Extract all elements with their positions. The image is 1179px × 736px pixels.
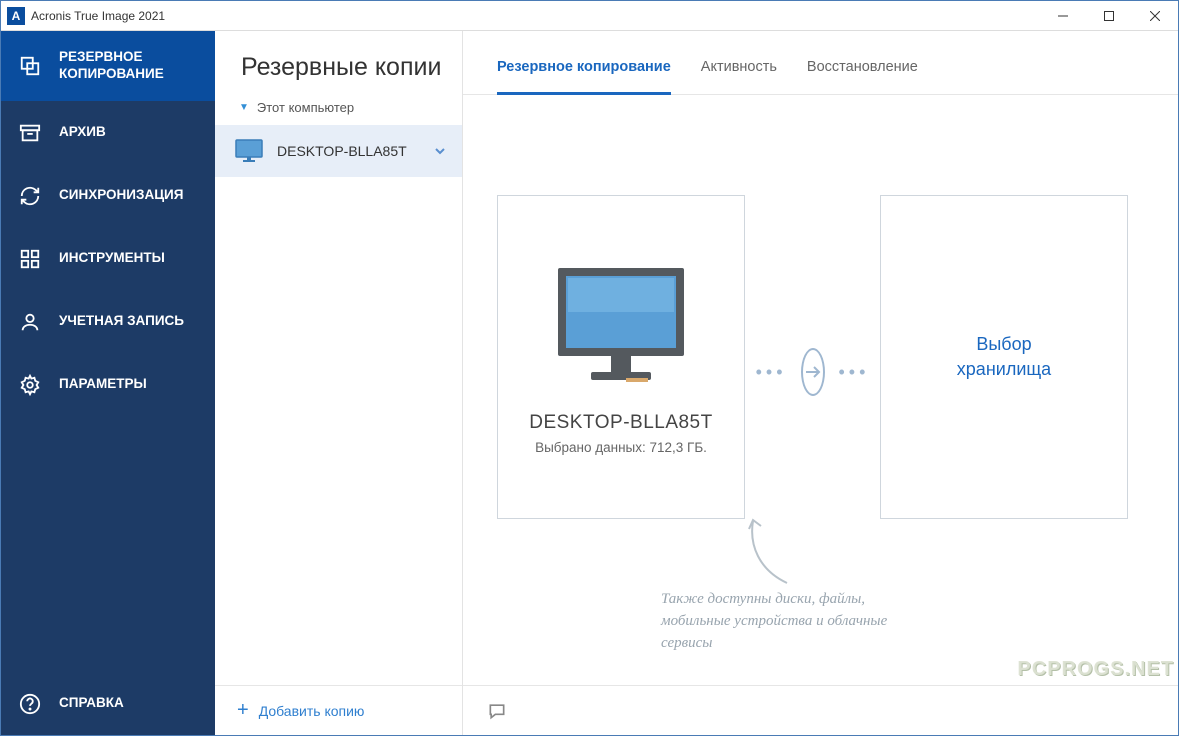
sidebar-item-settings[interactable]: ПАРАМЕТРЫ [1,353,215,416]
backup-list-item[interactable]: DESKTOP-BLLA85T [215,125,462,177]
window-title: Acronis True Image 2021 [31,9,165,23]
sidebar: РЕЗЕРВНОЕ КОПИРОВАНИЕ АРХИВ СИНХРОНИЗАЦИ… [1,31,215,735]
plus-icon: + [237,699,249,722]
tools-icon [19,248,41,270]
maximize-button[interactable] [1086,1,1132,31]
sidebar-label-backup: РЕЗЕРВНОЕ КОПИРОВАНИЕ [59,49,197,83]
backup-icon [19,55,41,77]
chevron-down-icon: ▼ [239,102,249,113]
backup-group-header[interactable]: ▼ Этот компьютер [215,96,462,125]
computer-icon [546,260,696,390]
hint-text: Также доступны диски, файлы, мобильные у… [661,589,887,654]
comment-icon[interactable] [487,701,507,721]
flow-indicator: ••• ••• [765,345,860,399]
backup-canvas: DESKTOP-BLLA85T Выбрано данных: 712,3 ГБ… [463,95,1178,685]
sidebar-label-archive: АРХИВ [59,124,106,141]
monitor-icon [235,139,263,163]
tab-backup[interactable]: Резервное копирование [497,59,671,94]
destination-label: Выбор хранилища [957,332,1051,382]
sidebar-label-account: УЧЕТНАЯ ЗАПИСЬ [59,313,184,330]
dots-left-icon: ••• [756,362,787,383]
chevron-down-icon [434,145,446,157]
tab-restore[interactable]: Восстановление [807,59,918,94]
sidebar-item-account[interactable]: УЧЕТНАЯ ЗАПИСЬ [1,290,215,353]
watermark: PCPROGS.NET [1017,658,1174,681]
sync-icon [19,185,41,207]
arrow-right-icon [803,362,823,382]
help-icon [19,693,41,715]
minimize-button[interactable] [1040,1,1086,31]
arrow-circle-icon [801,348,825,396]
sidebar-item-tools[interactable]: ИНСТРУМЕНТЫ [1,227,215,290]
close-icon [1150,11,1160,21]
sidebar-label-help: СПРАВКА [59,695,124,712]
dots-right-icon: ••• [839,362,870,383]
backup-group-label: Этот компьютер [257,100,354,115]
app-icon: A [7,7,25,25]
hint-arrow-icon [739,515,819,595]
source-subtitle: Выбрано данных: 712,3 ГБ. [535,440,707,455]
sidebar-label-sync: СИНХРОНИЗАЦИЯ [59,187,183,204]
backup-source-card[interactable]: DESKTOP-BLLA85T Выбрано данных: 712,3 ГБ… [497,195,745,519]
add-backup-button[interactable]: + Добавить копию [215,685,462,735]
sidebar-item-backup[interactable]: РЕЗЕРВНОЕ КОПИРОВАНИЕ [1,31,215,101]
close-button[interactable] [1132,1,1178,31]
sidebar-label-settings: ПАРАМЕТРЫ [59,376,147,393]
archive-icon [19,122,41,144]
sidebar-item-sync[interactable]: СИНХРОНИЗАЦИЯ [1,164,215,227]
tabs: Резервное копирование Активность Восстан… [463,31,1178,95]
sidebar-item-help[interactable]: СПРАВКА [1,672,215,735]
source-name: DESKTOP-BLLA85T [529,412,713,434]
add-backup-label: Добавить копию [259,703,365,719]
content-area: Резервное копирование Активность Восстан… [463,31,1178,735]
sidebar-item-archive[interactable]: АРХИВ [1,101,215,164]
backup-list-title: Резервные копии [215,31,462,96]
gear-icon [19,374,41,396]
backup-destination-card[interactable]: Выбор хранилища [880,195,1128,519]
sidebar-label-tools: ИНСТРУМЕНТЫ [59,250,165,267]
account-icon [19,311,41,333]
maximize-icon [1104,11,1114,21]
tab-activity[interactable]: Активность [701,59,777,94]
backup-item-name: DESKTOP-BLLA85T [277,143,420,159]
backup-list-panel: Резервные копии ▼ Этот компьютер DESKTOP… [215,31,463,735]
titlebar: A Acronis True Image 2021 [1,1,1178,31]
minimize-icon [1058,11,1068,21]
content-footer [463,685,1178,735]
